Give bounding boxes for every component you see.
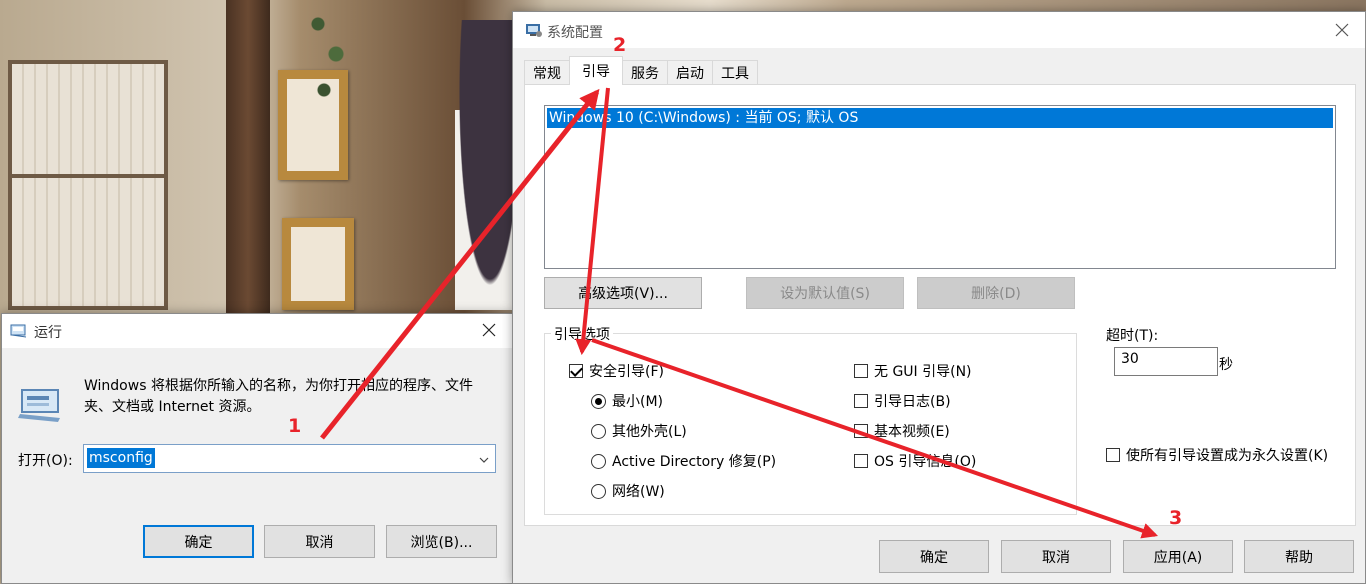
- checkbox-box[interactable]: [854, 364, 868, 378]
- radio-alternate-shell[interactable]: 其他外壳(L): [591, 421, 687, 441]
- run-browse-button[interactable]: 浏览(B)...: [386, 525, 497, 558]
- run-cancel-button[interactable]: 取消: [264, 525, 375, 558]
- run-description: Windows 将根据你所输入的名称，为你打开相应的程序、文件夹、文档或 Int…: [84, 378, 473, 415]
- run-titlebar[interactable]: 运行: [2, 314, 512, 348]
- boot-entry-list[interactable]: Windows 10 (C:\Windows) : 当前 OS; 默认 OS: [544, 105, 1336, 269]
- run-program-icon: [18, 384, 62, 424]
- wallpaper-frame-art: [282, 218, 354, 310]
- close-icon: [1335, 23, 1349, 37]
- boot-entry[interactable]: Windows 10 (C:\Windows) : 当前 OS; 默认 OS: [547, 108, 1333, 128]
- checkbox-label: 基本视频(E): [874, 424, 950, 440]
- open-input-value[interactable]: msconfig: [87, 448, 155, 468]
- checkbox-box[interactable]: [854, 454, 868, 468]
- radio-dot[interactable]: [591, 483, 606, 499]
- wallpaper-pillar-art: [226, 0, 270, 320]
- checkbox-box[interactable]: [569, 364, 583, 378]
- no-gui-boot-checkbox[interactable]: 无 GUI 引导(N): [854, 361, 972, 381]
- radio-dot[interactable]: [591, 453, 606, 469]
- delete-button[interactable]: 删除(D): [917, 277, 1075, 309]
- permanent-settings-checkbox[interactable]: 使所有引导设置成为永久设置(K): [1106, 445, 1328, 465]
- checkbox-label: 无 GUI 引导(N): [874, 364, 972, 380]
- radio-network[interactable]: 网络(W): [591, 481, 665, 501]
- checkbox-label: OS 引导信息(O): [874, 454, 977, 470]
- tab-tools[interactable]: 工具: [712, 60, 758, 85]
- tab-services[interactable]: 服务: [622, 60, 668, 85]
- checkbox-box[interactable]: [854, 394, 868, 408]
- radio-ad-repair[interactable]: Active Directory 修复(P): [591, 451, 776, 471]
- tab-boot[interactable]: 引导: [569, 56, 623, 85]
- step-number-2: 2: [613, 34, 627, 56]
- radio-dot[interactable]: [591, 393, 606, 409]
- chevron-down-icon[interactable]: [479, 453, 489, 463]
- base-video-checkbox[interactable]: 基本视频(E): [854, 421, 950, 441]
- msconfig-apply-button[interactable]: 应用(A): [1123, 540, 1233, 573]
- run-dialog: 运行 Windows 将根据你所输入的名称，为你打开相应的程序、文件夹、文档或 …: [1, 313, 513, 584]
- wallpaper-vines-art: [300, 0, 360, 120]
- wallpaper-window-art: [8, 60, 168, 310]
- boot-tab-panel: Windows 10 (C:\Windows) : 当前 OS; 默认 OS 高…: [524, 84, 1356, 526]
- timeout-unit: 秒: [1219, 357, 1233, 373]
- radio-label: 最小(M): [612, 394, 664, 410]
- boot-log-checkbox[interactable]: 引导日志(B): [854, 391, 951, 411]
- advanced-options-button[interactable]: 高级选项(V)...: [544, 277, 702, 309]
- checkbox-label: 使所有引导设置成为永久设置(K): [1126, 448, 1329, 464]
- radio-dot[interactable]: [591, 423, 606, 439]
- step-number-1: 1: [288, 415, 302, 437]
- timeout-label: 超时(T):: [1106, 328, 1159, 344]
- run-footer: 确定 取消 浏览(B)...: [2, 500, 512, 583]
- system-config-dialog: 系统配置 常规 引导 服务 启动 工具 Windows 10 (C:\Windo…: [512, 11, 1366, 584]
- run-ok-button[interactable]: 确定: [143, 525, 254, 558]
- tab-strip: 常规 引导 服务 启动 工具: [524, 56, 758, 85]
- tab-general[interactable]: 常规: [524, 60, 570, 85]
- run-title: 运行: [34, 325, 62, 341]
- safe-boot-label: 安全引导(F): [589, 364, 664, 380]
- checkbox-box[interactable]: [1106, 448, 1120, 462]
- open-combobox[interactable]: msconfig: [83, 444, 496, 473]
- msconfig-title: 系统配置: [547, 25, 603, 41]
- tab-startup[interactable]: 启动: [667, 60, 713, 85]
- msconfig-titlebar[interactable]: 系统配置: [513, 12, 1365, 48]
- step-number-3: 3: [1169, 507, 1183, 529]
- run-icon: [10, 322, 27, 338]
- radio-label: Active Directory 修复(P): [612, 454, 777, 470]
- run-body: Windows 将根据你所输入的名称，为你打开相应的程序、文件夹、文档或 Int…: [2, 348, 512, 514]
- os-boot-info-checkbox[interactable]: OS 引导信息(O): [854, 451, 976, 471]
- boot-options-title: 引导选项: [551, 324, 613, 344]
- checkbox-label: 引导日志(B): [874, 394, 951, 410]
- timeout-input[interactable]: 30: [1114, 347, 1218, 376]
- safe-boot-checkbox[interactable]: 安全引导(F): [569, 361, 664, 381]
- radio-label: 其他外壳(L): [612, 424, 687, 440]
- radio-label: 网络(W): [612, 484, 665, 500]
- msconfig-ok-button[interactable]: 确定: [879, 540, 989, 573]
- msconfig-help-button[interactable]: 帮助: [1244, 540, 1354, 573]
- run-close-button[interactable]: [466, 314, 512, 346]
- msconfig-close-button[interactable]: [1319, 12, 1365, 48]
- msconfig-cancel-button[interactable]: 取消: [1001, 540, 1111, 573]
- radio-minimal[interactable]: 最小(M): [591, 391, 663, 411]
- set-default-button[interactable]: 设为默认值(S): [746, 277, 904, 309]
- close-icon: [482, 323, 496, 337]
- open-label: 打开(O):: [18, 453, 73, 469]
- checkbox-box[interactable]: [854, 424, 868, 438]
- msconfig-icon: [525, 22, 542, 38]
- boot-options-group: 引导选项 安全引导(F) 最小(M) 其他外壳(L) Active Direct…: [544, 324, 1077, 515]
